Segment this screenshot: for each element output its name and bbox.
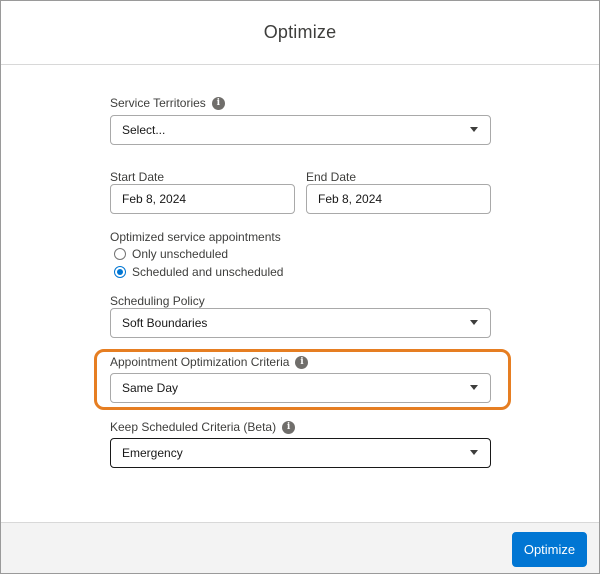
service-territories-select[interactable]: Select...: [110, 115, 491, 145]
info-icon[interactable]: i: [295, 355, 309, 369]
start-date-label: Start Date: [110, 170, 164, 184]
radio-only-unscheduled[interactable]: Only unscheduled: [114, 247, 228, 261]
radio-scheduled-and-unscheduled[interactable]: Scheduled and unscheduled: [114, 265, 283, 279]
appointment-optimization-criteria-select[interactable]: Same Day: [110, 373, 491, 403]
keep-scheduled-criteria-label: Keep Scheduled Criteria (Beta) i: [110, 420, 296, 434]
modal-footer: Optimize: [1, 522, 599, 573]
start-date-value: Feb 8, 2024: [122, 192, 187, 206]
chevron-down-icon: [470, 127, 478, 132]
start-date-label-text: Start Date: [110, 170, 165, 184]
keep-scheduled-criteria-value: Emergency: [122, 446, 183, 460]
optimized-appointments-label: Optimized service appointments: [110, 230, 281, 244]
service-territories-label: Service Territories i: [110, 96, 225, 110]
end-date-value: Feb 8, 2024: [318, 192, 383, 206]
keep-scheduled-criteria-label-text: Keep Scheduled Criteria (Beta): [110, 420, 277, 434]
scheduling-policy-label: Scheduling Policy: [110, 294, 205, 308]
radio-button[interactable]: [114, 248, 126, 260]
start-date-input[interactable]: Feb 8, 2024: [110, 184, 295, 214]
scheduling-policy-value: Soft Boundaries: [122, 316, 208, 330]
service-territories-value: Select...: [122, 123, 166, 137]
modal-header: Optimize: [1, 1, 599, 65]
scheduling-policy-label-text: Scheduling Policy: [110, 294, 205, 308]
appointment-optimization-criteria-label: Appointment Optimization Criteria i: [110, 355, 309, 369]
end-date-label: End Date: [306, 170, 356, 184]
optimized-appointments-label-text: Optimized service appointments: [110, 230, 281, 244]
scheduling-policy-select[interactable]: Soft Boundaries: [110, 308, 491, 338]
end-date-input[interactable]: Feb 8, 2024: [306, 184, 491, 214]
service-territories-label-text: Service Territories: [110, 96, 206, 110]
optimize-modal: Optimize Service Territories i Select...…: [0, 0, 600, 574]
radio-label: Scheduled and unscheduled: [132, 265, 284, 279]
optimize-button[interactable]: Optimize: [512, 532, 587, 567]
info-icon[interactable]: i: [211, 96, 225, 110]
keep-scheduled-criteria-select[interactable]: Emergency: [110, 438, 491, 468]
chevron-down-icon: [470, 320, 478, 325]
appointment-optimization-criteria-label-text: Appointment Optimization Criteria: [110, 355, 290, 369]
info-icon[interactable]: i: [282, 420, 296, 434]
chevron-down-icon: [470, 385, 478, 390]
modal-title: Optimize: [263, 22, 337, 42]
chevron-down-icon: [470, 450, 478, 455]
end-date-label-text: End Date: [306, 170, 357, 184]
radio-button-checked[interactable]: [114, 266, 126, 278]
radio-label: Only unscheduled: [132, 247, 229, 261]
appointment-optimization-criteria-value: Same Day: [122, 381, 179, 395]
